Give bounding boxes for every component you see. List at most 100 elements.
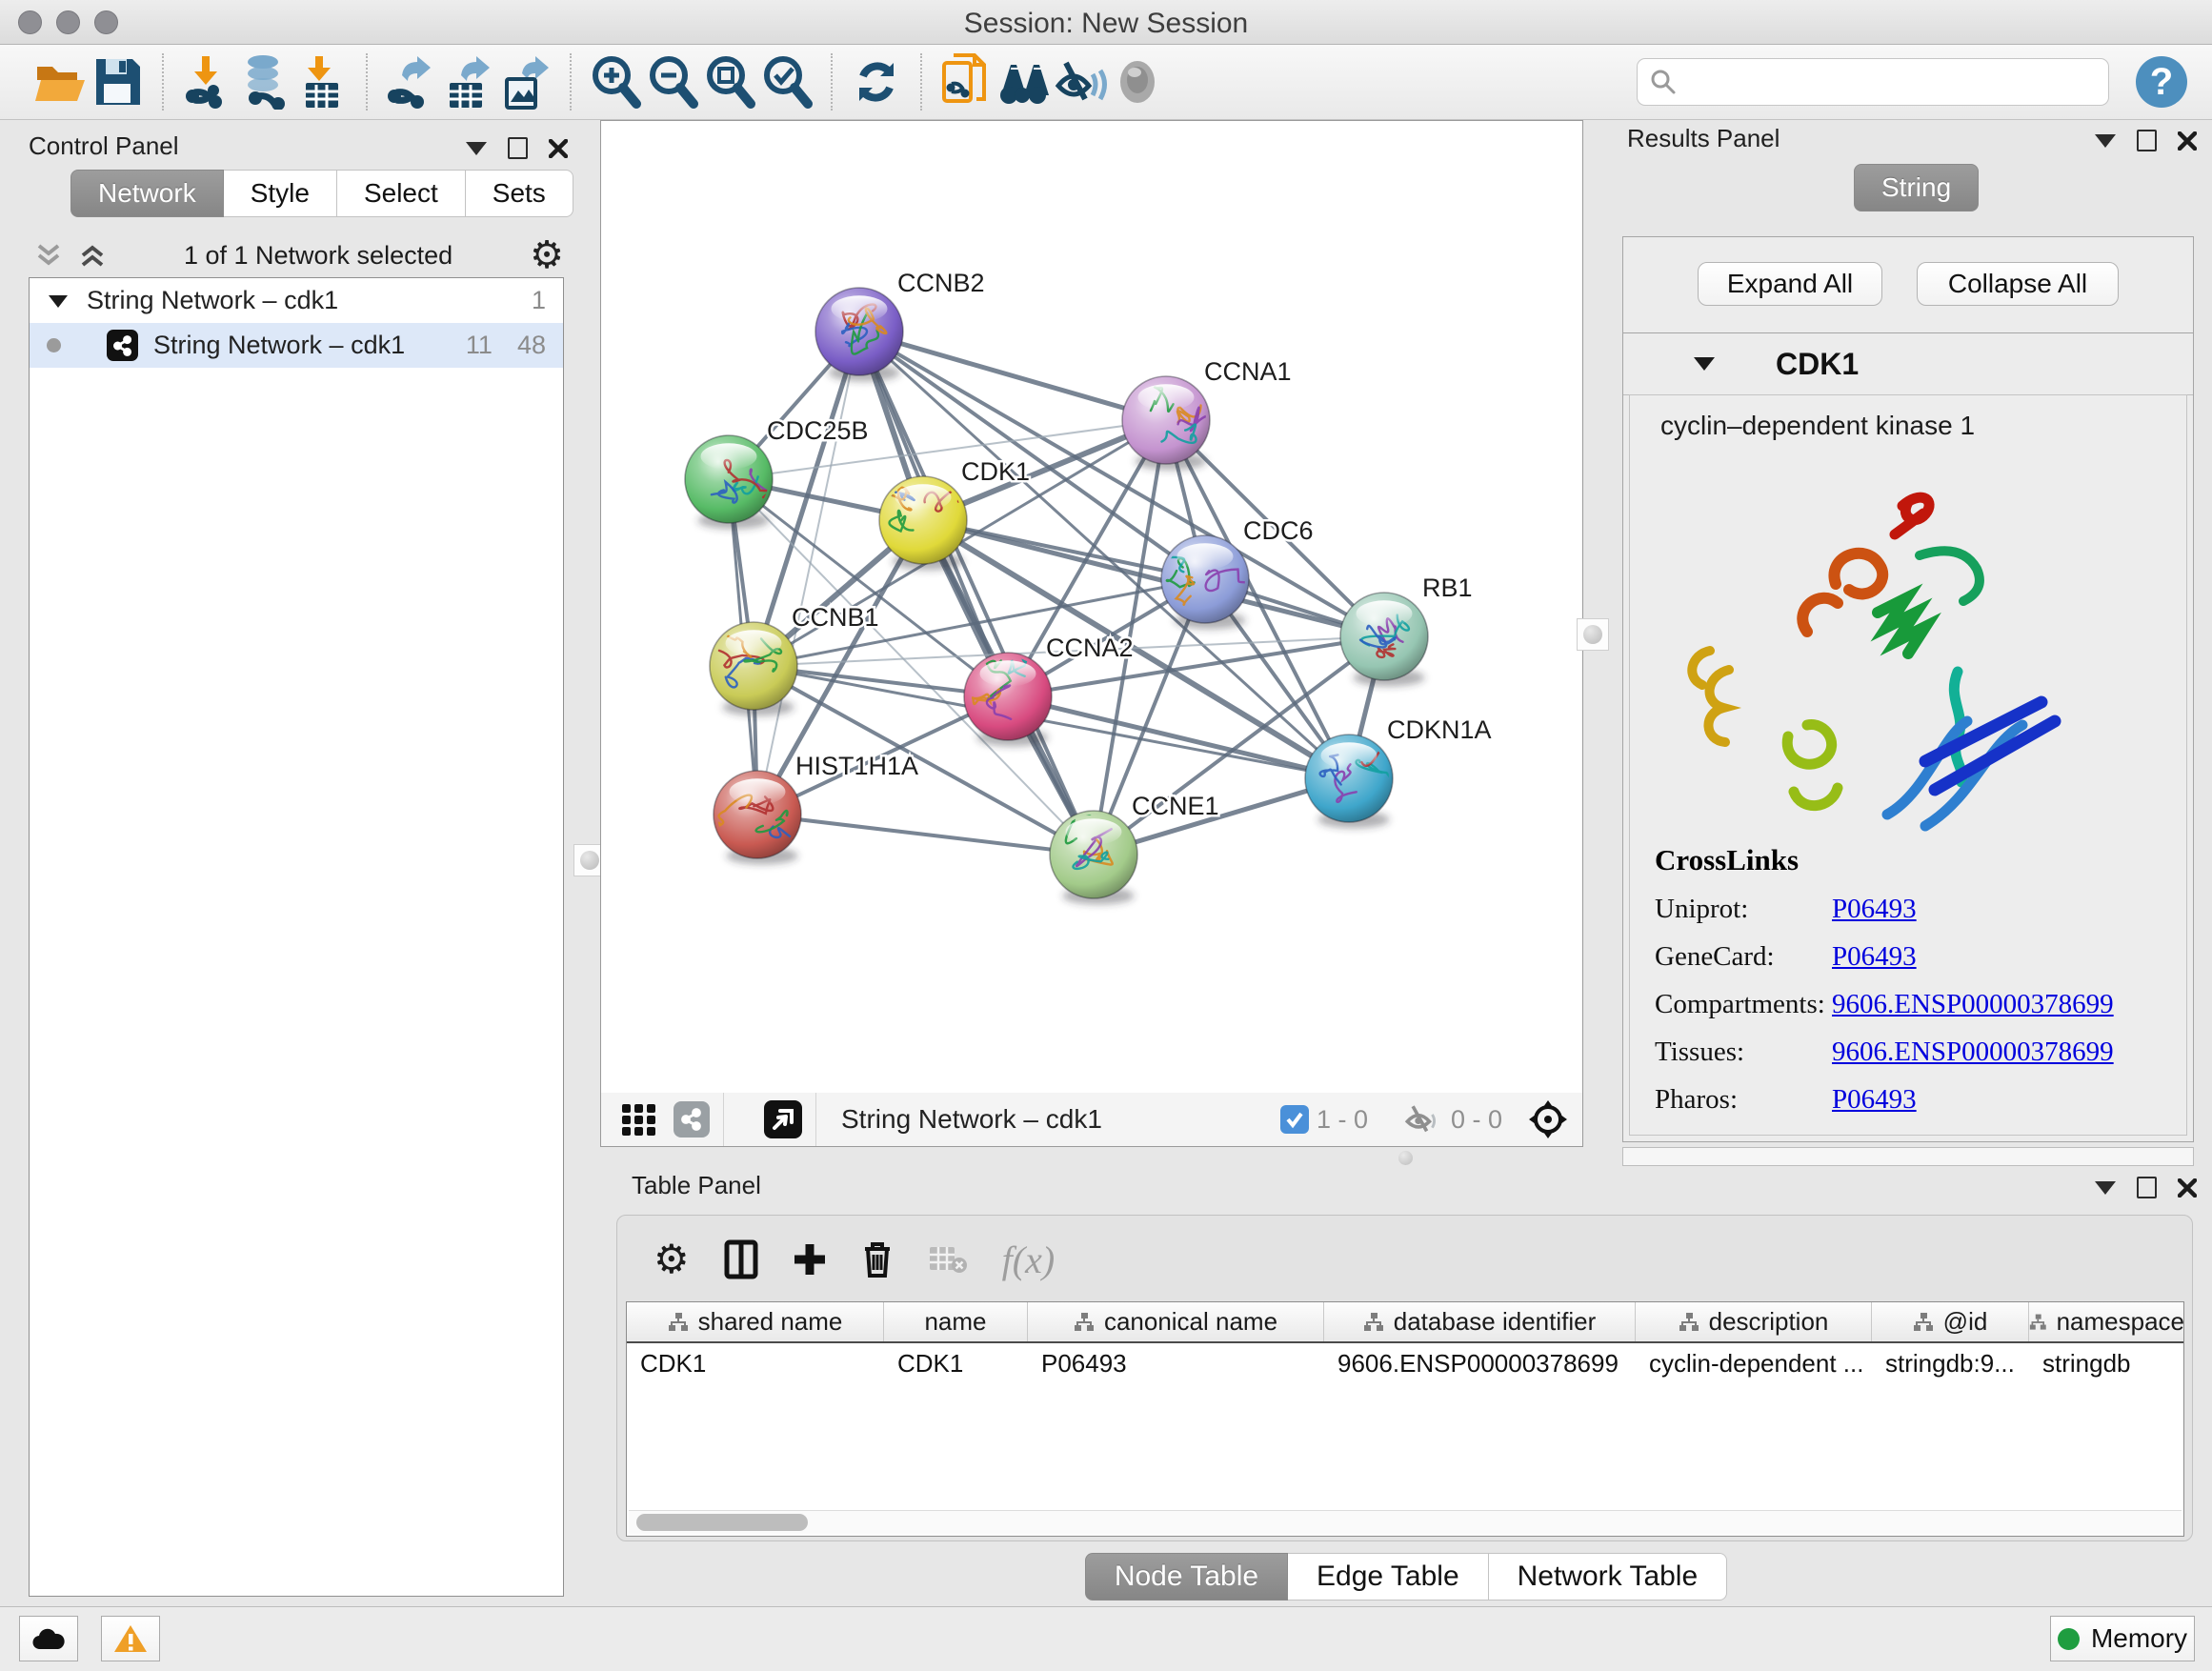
network-canvas[interactable]: CCNB2CCNA1CDC25BCDK1CDC6RB1CCNB1CCNA2CDK…: [600, 120, 1583, 1094]
panel-menu-icon[interactable]: [466, 142, 487, 155]
birdseye-view-icon[interactable]: [764, 1100, 802, 1138]
network-options-gear-icon[interactable]: ⚙: [530, 241, 564, 270]
table-cell[interactable]: P06493: [1028, 1343, 1324, 1383]
network-from-selection-button[interactable]: [937, 52, 995, 111]
control-panel-tabs: Network Style Select Sets: [70, 170, 573, 217]
column-header-namespace[interactable]: namespace: [2029, 1302, 2184, 1341]
import-table-button[interactable]: [293, 52, 351, 111]
network-node-CCNA1[interactable]: CCNA1: [1122, 357, 1292, 470]
first-neighbors-button[interactable]: [995, 52, 1052, 111]
table-cell[interactable]: stringdb:9...: [1872, 1343, 2029, 1383]
import-network-database-button[interactable]: [236, 52, 293, 111]
table-cell[interactable]: 9606.ENSP00000378699: [1324, 1343, 1636, 1383]
tab-node-table[interactable]: Node Table: [1085, 1553, 1288, 1601]
zoom-in-button[interactable]: [587, 52, 644, 111]
tab-string[interactable]: String: [1854, 164, 1979, 211]
export-table-button[interactable]: [440, 52, 497, 111]
column-header-description[interactable]: description: [1636, 1302, 1872, 1341]
scrollbar-thumb[interactable]: [636, 1514, 808, 1531]
column-header--id[interactable]: @id: [1872, 1302, 2029, 1341]
crosslink-link[interactable]: 9606.ENSP00000378699: [1832, 1037, 2114, 1068]
network-node-CCNB2[interactable]: CCNB2: [815, 269, 985, 381]
column-header-shared-name[interactable]: shared name: [627, 1302, 884, 1341]
results-scroll-strip[interactable]: [1622, 1147, 2194, 1166]
open-session-button[interactable]: [32, 52, 90, 111]
table-options-gear-icon[interactable]: ⚙: [654, 1240, 690, 1278]
search-field[interactable]: [1637, 58, 2109, 106]
selected-nodes-checkbox[interactable]: [1280, 1105, 1309, 1134]
help-button[interactable]: ?: [2136, 56, 2187, 108]
export-network-button[interactable]: [383, 52, 440, 111]
panel-menu-icon[interactable]: [2095, 1181, 2116, 1195]
results-panel-tabs: String: [1854, 164, 1979, 211]
network-collection-row[interactable]: String Network – cdk1 1: [30, 278, 563, 323]
network-node-HIST1H1A[interactable]: HIST1H1A: [712, 752, 918, 864]
zoom-fit-button[interactable]: [701, 52, 758, 111]
status-bar: Memory: [0, 1606, 2212, 1671]
column-header-database-identifier[interactable]: database identifier: [1324, 1302, 1636, 1341]
memory-button[interactable]: Memory: [2050, 1616, 2195, 1661]
apply-layout-button[interactable]: [848, 52, 905, 111]
pan-target-icon[interactable]: [1527, 1098, 1569, 1140]
search-input[interactable]: [1678, 67, 2108, 98]
results-entry-box: CDK1 cyclin–dependent kinase 1: [1622, 332, 2194, 1142]
table-row[interactable]: CDK1CDK1P064939606.ENSP00000378699cyclin…: [627, 1343, 2183, 1383]
close-panel-icon[interactable]: [2178, 131, 2197, 151]
network-node-CCNB1[interactable]: CCNB1: [706, 603, 878, 715]
export-image-button[interactable]: [497, 52, 554, 111]
crosslink-row: Tissues:9606.ENSP00000378699: [1655, 1037, 2167, 1068]
cloud-status-button[interactable]: [19, 1616, 78, 1661]
table-hscrollbar[interactable]: [629, 1510, 2182, 1534]
delete-column-icon[interactable]: [861, 1239, 894, 1279]
tab-select[interactable]: Select: [337, 170, 466, 217]
network-edge[interactable]: [859, 332, 1166, 420]
hide-selected-button[interactable]: [1052, 52, 1109, 111]
show-all-button[interactable]: [1109, 52, 1166, 111]
expand-all-icon[interactable]: [78, 242, 107, 269]
add-column-icon[interactable]: [793, 1242, 827, 1277]
save-session-button[interactable]: [90, 52, 147, 111]
network-row-selected[interactable]: String Network – cdk1 11 48: [30, 323, 563, 368]
entry-header[interactable]: CDK1: [1623, 333, 2193, 395]
grid-view-icon[interactable]: [620, 1100, 658, 1138]
network-view-icon[interactable]: [674, 1101, 710, 1137]
network-edge[interactable]: [757, 815, 1094, 855]
zoom-out-button[interactable]: [644, 52, 701, 111]
collapse-all-button[interactable]: Collapse All: [1917, 262, 2119, 306]
entry-expander-icon[interactable]: [1692, 354, 1717, 373]
table-cell[interactable]: stringdb: [2029, 1343, 2184, 1383]
crosslink-link[interactable]: P06493: [1832, 941, 1917, 973]
tab-sets[interactable]: Sets: [466, 170, 573, 217]
column-header-name[interactable]: name: [884, 1302, 1028, 1341]
network-node-RB1[interactable]: RB1: [1340, 574, 1473, 686]
table-cell[interactable]: CDK1: [884, 1343, 1028, 1383]
network-node-CDKN1A[interactable]: CDKN1A: [1305, 715, 1492, 828]
network-node-CCNE1[interactable]: CCNE1: [1050, 792, 1219, 904]
tab-edge-table[interactable]: Edge Table: [1288, 1553, 1489, 1601]
tab-style[interactable]: Style: [224, 170, 337, 217]
close-panel-icon[interactable]: [549, 139, 568, 158]
crosslink-link[interactable]: P06493: [1832, 894, 1917, 925]
warnings-button[interactable]: [101, 1616, 160, 1661]
table-cell[interactable]: CDK1: [627, 1343, 884, 1383]
panel-menu-icon[interactable]: [2095, 134, 2116, 148]
horizontal-splitter-handle[interactable]: [1398, 1151, 1413, 1165]
crosslink-link[interactable]: 9606.ENSP00000378699: [1832, 989, 2114, 1020]
network-graph[interactable]: CCNB2CCNA1CDC25BCDK1CDC6RB1CCNB1CCNA2CDK…: [601, 121, 1581, 1092]
expand-all-button[interactable]: Expand All: [1698, 262, 1882, 306]
float-panel-icon[interactable]: [508, 137, 528, 159]
expander-icon[interactable]: [47, 292, 70, 311]
tab-network-table[interactable]: Network Table: [1489, 1553, 1728, 1601]
float-panel-icon[interactable]: [2137, 1177, 2157, 1198]
float-panel-icon[interactable]: [2137, 130, 2157, 151]
table-cell[interactable]: cyclin-dependent ...: [1636, 1343, 1872, 1383]
network-edge[interactable]: [757, 332, 859, 815]
column-header-canonical-name[interactable]: canonical name: [1028, 1302, 1324, 1341]
show-columns-icon[interactable]: [724, 1239, 758, 1279]
collapse-all-icon[interactable]: [34, 242, 63, 269]
import-network-file-button[interactable]: [179, 52, 236, 111]
crosslink-link[interactable]: P06493: [1832, 1084, 1917, 1116]
zoom-selected-button[interactable]: [758, 52, 815, 111]
close-panel-icon[interactable]: [2178, 1178, 2197, 1198]
tab-network[interactable]: Network: [70, 170, 224, 217]
